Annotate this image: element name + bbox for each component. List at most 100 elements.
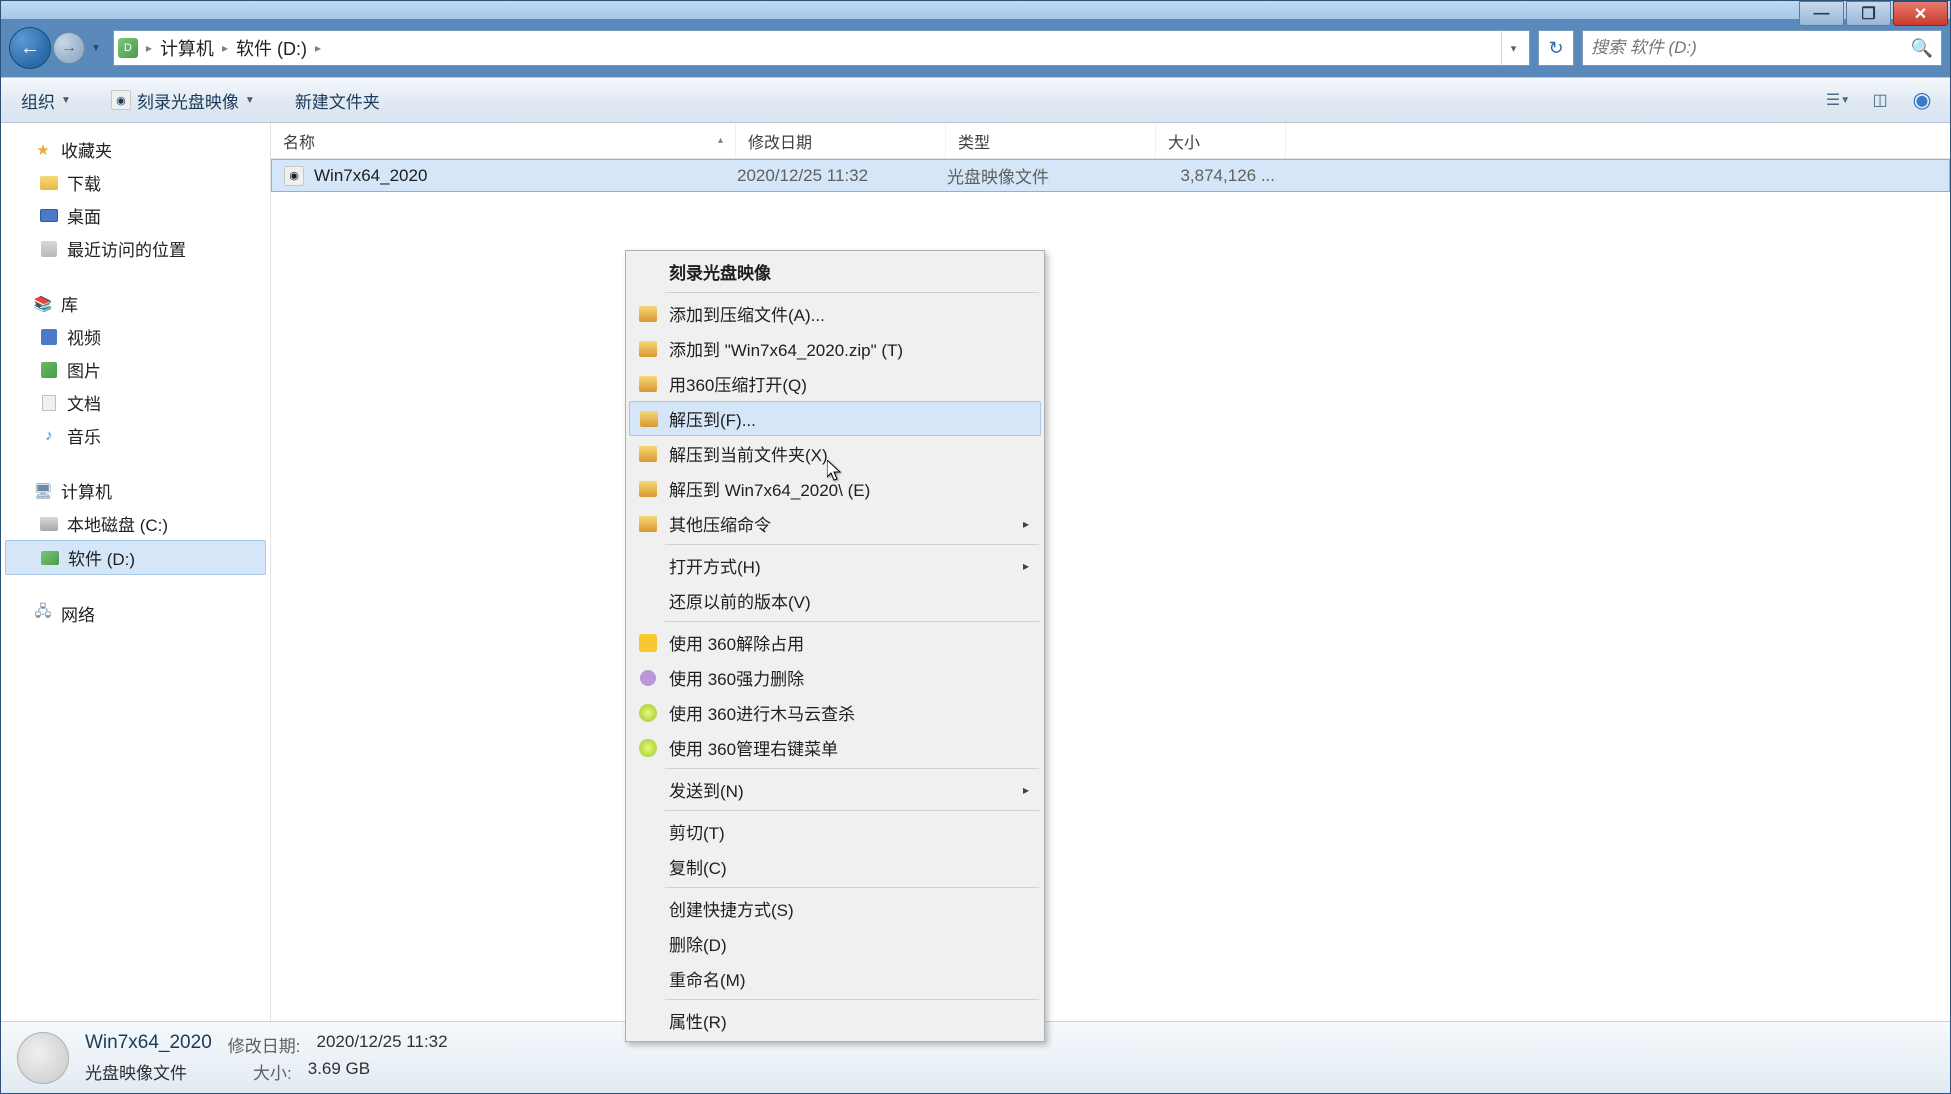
star-icon: ★ [33, 141, 53, 159]
ctx-open-360[interactable]: 用360压缩打开(Q) [629, 366, 1041, 401]
file-name-cell: ◉ Win7x64_2020 [272, 166, 737, 186]
ctx-add-archive[interactable]: 添加到压缩文件(A)... [629, 296, 1041, 331]
organize-menu[interactable]: 组织 ▼ [13, 84, 79, 117]
address-dropdown[interactable]: ▾ [1501, 31, 1525, 65]
ctx-delete[interactable]: 删除(D) [629, 926, 1041, 961]
status-size-label: 大小: [253, 1059, 292, 1084]
libraries-group: 📚 库 视频 图片 文档 ♪ 音乐 [5, 287, 266, 452]
360-icon [639, 739, 657, 757]
sidebar-item-videos[interactable]: 视频 [5, 320, 266, 353]
sidebar-item-recent[interactable]: 最近访问的位置 [5, 232, 266, 265]
sidebar-item-downloads[interactable]: 下载 [5, 166, 266, 199]
maximize-button[interactable]: ❐ [1846, 1, 1891, 26]
refresh-button[interactable]: ↻ [1538, 30, 1574, 66]
status-date-value: 2020/12/25 11:32 [317, 1032, 448, 1057]
ctx-label: 使用 360强力删除 [669, 665, 804, 690]
ctx-label: 解压到(F)... [669, 406, 756, 431]
file-row[interactable]: ◉ Win7x64_2020 2020/12/25 11:32 光盘映像文件 3… [271, 159, 1950, 192]
sidebar-item-documents[interactable]: 文档 [5, 386, 266, 419]
drive-d-label: 软件 (D:) [68, 545, 135, 570]
sidebar-item-music[interactable]: ♪ 音乐 [5, 419, 266, 452]
picture-icon [41, 362, 57, 378]
sidebar-item-desktop[interactable]: 桌面 [5, 199, 266, 232]
chevron-down-icon: ▼ [61, 95, 71, 106]
sort-indicator-icon: ▴ [718, 135, 723, 146]
libraries-header[interactable]: 📚 库 [5, 287, 266, 320]
ctx-360-scan[interactable]: 使用 360进行木马云查杀 [629, 695, 1041, 730]
forward-button[interactable]: → [53, 32, 85, 64]
ctx-open-with[interactable]: 打开方式(H)▸ [629, 548, 1041, 583]
column-name[interactable]: 名称 ▴ [271, 123, 736, 158]
breadcrumb-drive[interactable]: 软件 (D:) [236, 35, 307, 61]
file-type-cell: 光盘映像文件 [947, 163, 1157, 188]
submenu-arrow-icon: ▸ [1023, 517, 1029, 531]
status-date-label: 修改日期: [228, 1032, 301, 1057]
ctx-other-compress[interactable]: 其他压缩命令▸ [629, 506, 1041, 541]
favorites-header[interactable]: ★ 收藏夹 [5, 133, 266, 166]
column-date[interactable]: 修改日期 [736, 123, 946, 158]
search-box[interactable]: 🔍 [1582, 30, 1942, 66]
ctx-label: 使用 360管理右键菜单 [669, 735, 838, 760]
music-label: 音乐 [67, 423, 101, 448]
ctx-extract-here[interactable]: 解压到当前文件夹(X) [629, 436, 1041, 471]
column-size[interactable]: 大小 [1156, 123, 1286, 158]
archive-icon [639, 306, 657, 322]
computer-header[interactable]: 🖥 计算机 [5, 474, 266, 507]
window-controls: — ❐ ✕ [1799, 1, 1948, 26]
folder-icon [40, 176, 58, 190]
sidebar-item-pictures[interactable]: 图片 [5, 353, 266, 386]
ctx-properties[interactable]: 属性(R) [629, 1003, 1041, 1038]
burn-image-button[interactable]: ◉ 刻录光盘映像 ▼ [103, 84, 263, 117]
sidebar-item-drive-d[interactable]: 软件 (D:) [5, 540, 266, 575]
ctx-360-unlock[interactable]: 使用 360解除占用 [629, 625, 1041, 660]
help-button[interactable]: ◉ [1906, 86, 1938, 114]
network-label: 网络 [61, 601, 95, 626]
close-button[interactable]: ✕ [1893, 1, 1948, 26]
toolbar-right: ☰ ▼ ◫ ◉ [1822, 86, 1938, 114]
music-icon: ♪ [39, 427, 59, 445]
ctx-360-menu[interactable]: 使用 360管理右键菜单 [629, 730, 1041, 765]
ctx-send-to[interactable]: 发送到(N)▸ [629, 772, 1041, 807]
sidebar-item-drive-c[interactable]: 本地磁盘 (C:) [5, 507, 266, 540]
address-bar[interactable]: D ▸ 计算机 ▸ 软件 (D:) ▸ ▾ [113, 30, 1530, 66]
nav-buttons: ← → ▼ [9, 27, 105, 69]
file-size-cell: 3,874,126 ... [1157, 166, 1287, 186]
chevron-down-icon: ▼ [245, 95, 255, 106]
ctx-extract-folder[interactable]: 解压到 Win7x64_2020\ (E) [629, 471, 1041, 506]
ctx-label: 使用 360解除占用 [669, 630, 804, 655]
ctx-add-zip[interactable]: 添加到 "Win7x64_2020.zip" (T) [629, 331, 1041, 366]
column-type[interactable]: 类型 [946, 123, 1156, 158]
file-date-cell: 2020/12/25 11:32 [737, 166, 947, 186]
document-icon [42, 395, 56, 411]
sidebar: ★ 收藏夹 下载 桌面 最近访问的位置 [1, 123, 271, 1021]
organize-label: 组织 [21, 88, 55, 113]
menu-separator [665, 621, 1039, 622]
minimize-button[interactable]: — [1799, 1, 1844, 26]
ctx-extract-to[interactable]: 解压到(F)... [629, 401, 1041, 436]
favorites-label: 收藏夹 [61, 137, 112, 162]
ctx-burn-image[interactable]: 刻录光盘映像 [629, 254, 1041, 289]
nav-history-dropdown[interactable]: ▼ [87, 43, 105, 54]
new-folder-button[interactable]: 新建文件夹 [287, 84, 388, 117]
menu-separator [665, 887, 1039, 888]
ctx-label: 打开方式(H) [669, 553, 761, 578]
view-options-button[interactable]: ☰ ▼ [1822, 86, 1854, 114]
ctx-create-shortcut[interactable]: 创建快捷方式(S) [629, 891, 1041, 926]
ctx-copy[interactable]: 复制(C) [629, 849, 1041, 884]
ctx-360-delete[interactable]: 使用 360强力删除 [629, 660, 1041, 695]
breadcrumb-computer[interactable]: 计算机 [160, 35, 214, 61]
status-filename: Win7x64_2020 [85, 1032, 212, 1057]
search-icon[interactable]: 🔍 [1911, 38, 1933, 59]
360-icon [639, 704, 657, 722]
archive-icon [640, 411, 658, 427]
documents-label: 文档 [67, 390, 101, 415]
search-input[interactable] [1591, 38, 1911, 58]
ctx-restore-versions[interactable]: 还原以前的版本(V) [629, 583, 1041, 618]
preview-pane-button[interactable]: ◫ [1864, 86, 1896, 114]
ctx-rename[interactable]: 重命名(M) [629, 961, 1041, 996]
ctx-cut[interactable]: 剪切(T) [629, 814, 1041, 849]
back-button[interactable]: ← [9, 27, 51, 69]
network-header[interactable]: 🖧 网络 [5, 597, 266, 630]
archive-icon [639, 446, 657, 462]
archive-icon [639, 341, 657, 357]
